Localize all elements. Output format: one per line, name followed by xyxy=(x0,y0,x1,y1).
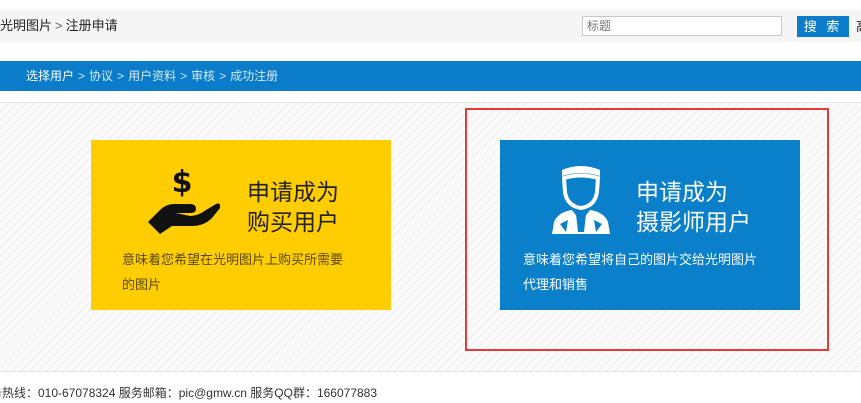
buyer-card-description: 意味着您希望在光明图片上购买所需要 的图片 xyxy=(122,247,377,297)
search-button[interactable]: 搜 索 xyxy=(797,16,849,37)
breadcrumb-separator: > xyxy=(55,18,63,33)
breadcrumb-home-link[interactable]: 光明图片 xyxy=(0,18,52,33)
breadcrumb-current: 注册申请 xyxy=(65,18,118,33)
photographer-desc-line1: 意味着您希望将自己的图片交给光明图片 xyxy=(523,252,758,267)
money-hand-icon: $ xyxy=(148,165,221,234)
buyer-card-title: 申请成为 购买用户 xyxy=(247,177,377,237)
step-item: 成功注册 xyxy=(230,69,279,83)
photographer-desc-line2: 代理和销售 xyxy=(523,277,589,292)
step-item: 审核 xyxy=(191,69,216,83)
photographer-title-line1: 申请成为 xyxy=(636,179,728,205)
header-cut-text[interactable]: 高 xyxy=(856,16,861,37)
step-separator: > xyxy=(117,69,125,83)
buyer-user-card[interactable]: $ 申请成为 购买用户 意味着您希望在光明图片上购买所需要 的图片 xyxy=(91,140,391,310)
photographer-user-card[interactable]: 申请成为 摄影师用户 意味着您希望将自己的图片交给光明图片 代理和销售 xyxy=(500,140,800,310)
search-input[interactable] xyxy=(582,16,782,36)
step-item: 用户资料 xyxy=(128,69,177,83)
registration-steps: 选择用户 > 协议 > 用户资料 > 审核 > 成功注册 xyxy=(0,61,861,91)
step-item: 选择用户 xyxy=(26,69,75,83)
buyer-desc-line2: 的图片 xyxy=(122,277,162,292)
photographer-user-icon xyxy=(552,166,610,234)
svg-text:$: $ xyxy=(172,165,193,200)
buyer-title-line2: 购买用户 xyxy=(247,209,339,235)
step-separator: > xyxy=(78,69,86,83)
step-item: 协议 xyxy=(89,69,114,83)
step-separator: > xyxy=(219,69,227,83)
photographer-card-title: 申请成为 摄影师用户 xyxy=(636,177,796,237)
step-separator: > xyxy=(180,69,188,83)
breadcrumb: 光明图片 > 注册申请 xyxy=(0,10,118,42)
photographer-card-description: 意味着您希望将自己的图片交给光明图片 代理和销售 xyxy=(523,247,793,297)
photographer-title-line2: 摄影师用户 xyxy=(636,209,751,235)
footer-contact: 务热线：010-67078324 服务邮箱：pic@gmw.cn 服务QQ群：1… xyxy=(0,386,378,400)
buyer-desc-line1: 意味着您希望在光明图片上购买所需要 xyxy=(122,252,344,267)
buyer-title-line1: 申请成为 xyxy=(247,179,339,205)
